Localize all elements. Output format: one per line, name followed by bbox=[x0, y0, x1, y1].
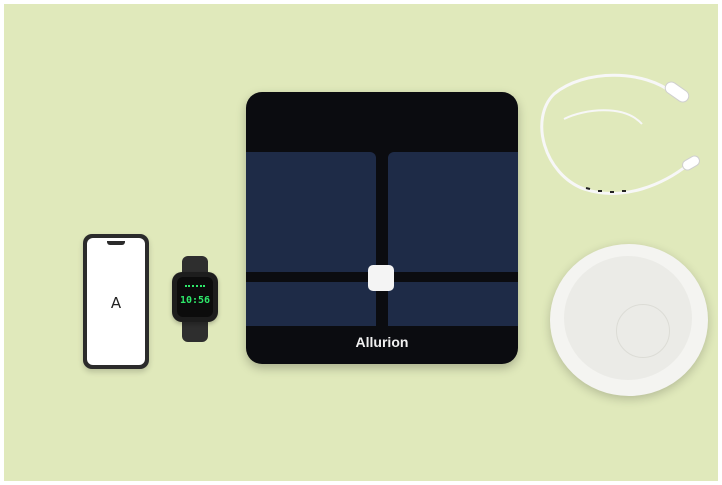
scale-center-button bbox=[368, 265, 394, 291]
phone-notch bbox=[107, 241, 125, 245]
scale-brand-label: Allurion bbox=[355, 334, 409, 350]
watch-time: 10:56 bbox=[179, 295, 211, 306]
scale-panel-bottom-right bbox=[388, 282, 518, 326]
watch-status-dots bbox=[185, 285, 205, 290]
bowl bbox=[550, 244, 708, 396]
scale-panel-top-left bbox=[246, 152, 376, 272]
smartwatch: 10:56 bbox=[172, 272, 218, 322]
scale-panel-top-right bbox=[388, 152, 518, 272]
bowl-inner bbox=[564, 256, 692, 380]
bowl-center-ring bbox=[616, 304, 670, 358]
watch-face: 10:56 bbox=[177, 277, 213, 317]
smartphone: A bbox=[83, 234, 149, 369]
scale-panel-bottom-left bbox=[246, 282, 376, 326]
catheter-tube bbox=[540, 73, 700, 195]
product-scene: A 10:56 Allurion bbox=[4, 4, 718, 481]
phone-screen: A bbox=[87, 238, 145, 365]
smart-scale: Allurion bbox=[246, 92, 518, 364]
tube-connector-top bbox=[664, 81, 690, 103]
phone-logo-letter: A bbox=[110, 294, 122, 312]
